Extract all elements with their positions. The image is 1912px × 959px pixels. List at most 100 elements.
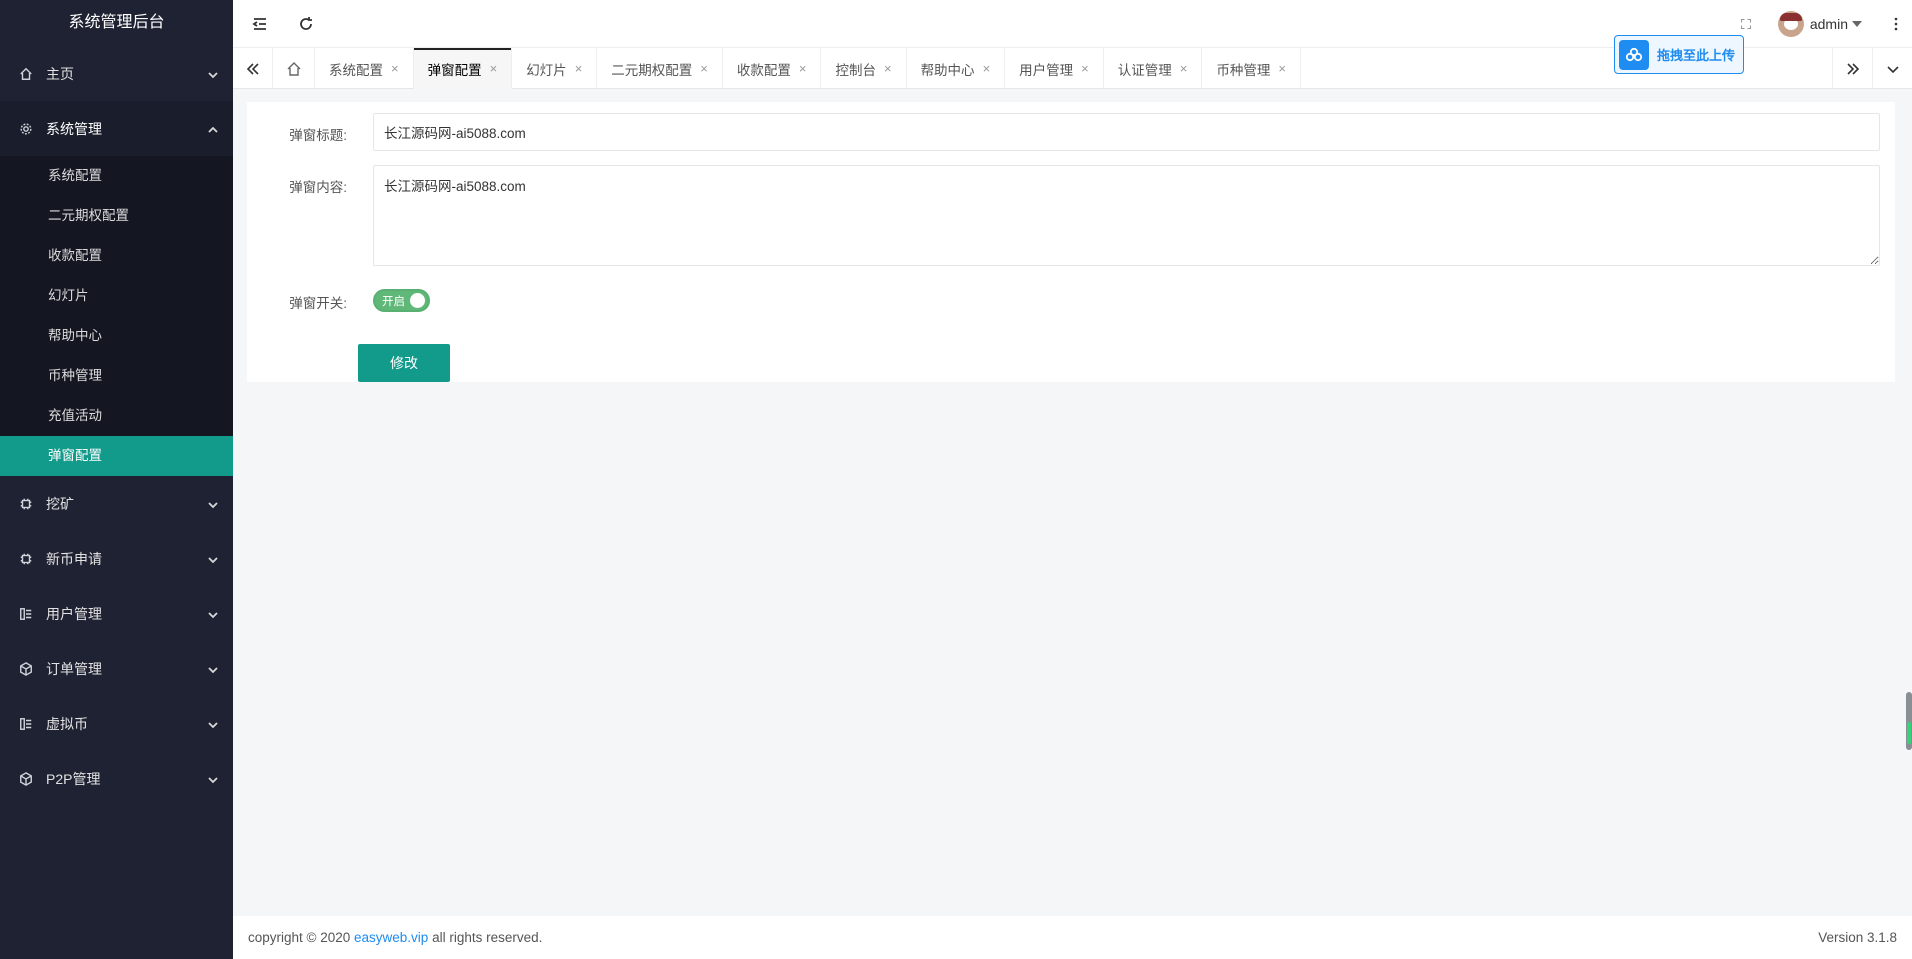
sidebar-item-label: 新币申请	[46, 550, 102, 567]
system-submenu: 系统配置 二元期权配置 收款配置 幻灯片 帮助中心 币种管理 充值活动 弹窗配置	[0, 156, 233, 476]
sidebar-subitem-help[interactable]: 帮助中心	[0, 316, 233, 356]
tab-label: 控制台	[835, 62, 876, 78]
chevron-down-icon	[1886, 65, 1899, 73]
list-icon	[18, 606, 34, 622]
sidebar-item-label: 订单管理	[46, 660, 102, 677]
tab-home[interactable]	[273, 48, 315, 89]
tab-label: 收款配置	[736, 62, 791, 78]
sidebar-item-users[interactable]: 用户管理	[0, 586, 233, 641]
close-icon[interactable]: ×	[983, 61, 991, 76]
tab-binary-option[interactable]: 二元期权配置 ×	[597, 48, 723, 89]
box-icon	[18, 771, 34, 787]
chevron-down-icon	[207, 498, 219, 510]
popup-content-textarea[interactable]: 长江源码网-ai5088.com	[373, 165, 1880, 266]
sidebar-subitem-system-config[interactable]: 系统配置	[0, 156, 233, 196]
sidebar-item-new-coin[interactable]: 新币申请	[0, 531, 233, 586]
caret-down-icon	[1852, 20, 1862, 27]
switch-knob	[410, 293, 425, 308]
list-icon	[18, 716, 34, 732]
tab-payment[interactable]: 收款配置 ×	[723, 48, 822, 89]
sidebar-subitem-payment[interactable]: 收款配置	[0, 236, 233, 276]
footer-link[interactable]: easyweb.vip	[354, 930, 428, 945]
tab-label: 幻灯片	[526, 62, 567, 78]
user-menu[interactable]: admin	[1777, 0, 1862, 47]
sidebar-subitem-popup[interactable]: 弹窗配置	[0, 436, 233, 476]
tab-list: 系统配置 × 弹窗配置 × 幻灯片 × 二元期权配置 × 收款配置 × 控制台 × 帮助中心…	[273, 48, 1301, 89]
tab-system-config[interactable]: 系统配置 ×	[315, 48, 414, 89]
upload-label: 拖拽至此上传	[1657, 48, 1736, 63]
refresh-button[interactable]	[286, 0, 326, 47]
collapse-menu-button[interactable]	[240, 0, 280, 47]
sidebar-subitem-binary-option[interactable]: 二元期权配置	[0, 196, 233, 236]
sidebar-item-label: P2P管理	[46, 770, 101, 787]
more-vertical-icon	[1894, 17, 1898, 30]
sidebar-item-orders[interactable]: 订单管理	[0, 641, 233, 696]
menu-fold-icon	[252, 17, 266, 30]
close-icon[interactable]: ×	[799, 61, 807, 76]
home-icon	[18, 66, 34, 82]
footer: copyright © 2020 easyweb.vip all rights …	[233, 916, 1912, 959]
tabs-menu-button[interactable]	[1872, 48, 1912, 89]
tabs-scroll-right-button[interactable]	[1832, 48, 1872, 89]
version-text: Version 3.1.8	[1818, 930, 1897, 945]
sidebar-subitem-currency[interactable]: 币种管理	[0, 356, 233, 396]
sidebar-item-virtual-coin[interactable]: 虚拟币	[0, 696, 233, 751]
tab-label: 帮助中心	[920, 62, 975, 78]
chevron-down-icon	[207, 553, 219, 565]
sidebar-item-system[interactable]: 系统管理	[0, 101, 233, 156]
cloud-upload-icon	[1619, 39, 1649, 70]
close-icon[interactable]: ×	[1180, 61, 1188, 76]
close-icon[interactable]: ×	[1081, 61, 1089, 76]
copyright-prefix: copyright © 2020	[248, 930, 355, 945]
close-icon[interactable]: ×	[490, 61, 498, 76]
close-icon[interactable]: ×	[884, 61, 892, 76]
close-icon[interactable]: ×	[575, 61, 583, 76]
sidebar-item-label: 用户管理	[46, 605, 102, 622]
tab-label: 币种管理	[1216, 62, 1271, 78]
tab-auth[interactable]: 认证管理 ×	[1104, 48, 1203, 89]
user-name: admin	[1809, 15, 1848, 32]
sidebar-item-label: 挖矿	[46, 495, 74, 512]
submit-button[interactable]: 修改	[358, 344, 450, 382]
more-button[interactable]	[1894, 0, 1898, 47]
chip-icon	[18, 551, 34, 567]
popup-switch-label: 弹窗开关:	[289, 296, 347, 311]
double-chevron-left-icon	[246, 62, 259, 75]
home-icon	[287, 61, 300, 76]
fullscreen-icon	[1740, 18, 1752, 29]
avatar	[1777, 10, 1804, 37]
sidebar-item-mining[interactable]: 挖矿	[0, 476, 233, 531]
close-icon[interactable]: ×	[700, 61, 708, 76]
close-icon[interactable]: ×	[1278, 61, 1286, 76]
tab-currency[interactable]: 币种管理 ×	[1202, 48, 1301, 89]
close-icon[interactable]: ×	[391, 61, 399, 76]
box-icon	[18, 661, 34, 677]
sidebar-item-label: 系统管理	[46, 120, 102, 137]
popup-toggle-switch[interactable]: 开启	[373, 289, 430, 312]
sidebar: 系统管理后台 主页 系统管理 系统配置 二元期权配置 收款配置 幻灯片 帮助中心…	[0, 0, 233, 959]
tab-slides[interactable]: 幻灯片 ×	[512, 48, 598, 89]
popup-config-form: 弹窗标题: 弹窗内容: 长江源码网-ai5088.com 弹窗开关: 开启 修改	[247, 102, 1895, 382]
tab-help[interactable]: 帮助中心 ×	[907, 48, 1006, 89]
scrollbar[interactable]	[1906, 692, 1912, 750]
chevron-down-icon	[207, 773, 219, 785]
tab-popup-config[interactable]: 弹窗配置 ×	[413, 48, 513, 89]
sidebar-subitem-recharge[interactable]: 充值活动	[0, 396, 233, 436]
sidebar-item-home[interactable]: 主页	[0, 46, 233, 101]
gear-icon	[18, 121, 34, 137]
chevron-down-icon	[207, 68, 219, 80]
chevron-up-icon	[207, 123, 219, 135]
sidebar-item-label: 主页	[46, 65, 74, 82]
refresh-icon	[300, 16, 312, 30]
popup-title-input[interactable]	[373, 113, 1880, 151]
app-title: 系统管理后台	[68, 14, 165, 31]
tabs-scroll-left-button[interactable]	[233, 48, 273, 89]
sidebar-subitem-slides[interactable]: 幻灯片	[0, 276, 233, 316]
drag-upload-button[interactable]: 拖拽至此上传	[1614, 35, 1744, 74]
tab-controls	[1832, 48, 1912, 89]
tab-label: 弹窗配置	[427, 62, 482, 78]
tab-users[interactable]: 用户管理 ×	[1005, 48, 1104, 89]
chevron-down-icon	[207, 663, 219, 675]
sidebar-item-p2p[interactable]: P2P管理	[0, 751, 233, 806]
tab-console[interactable]: 控制台 ×	[821, 48, 907, 89]
